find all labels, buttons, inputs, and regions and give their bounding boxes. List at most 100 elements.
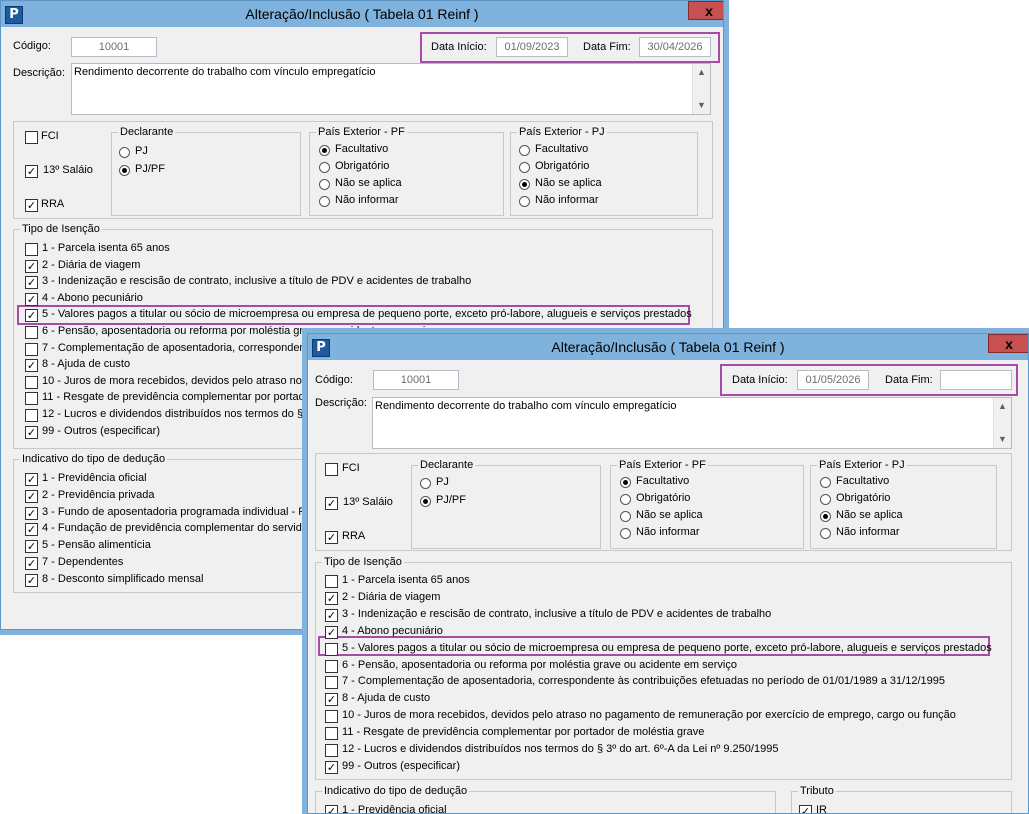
isencao-item-3-label: 3 - Indenização e rescisão de contrato, … (342, 607, 772, 620)
front-title-bar[interactable]: P Alteração/Inclusão ( Tabela 01 Reinf )… (308, 334, 1028, 360)
scroll-down-icon[interactable]: ▼ (994, 431, 1011, 448)
isencao-item-4-checkbox[interactable]: ✓ (25, 292, 38, 306)
pais-exterior-pf-radio-0[interactable] (319, 145, 330, 156)
pais-exterior-pj-radio-1[interactable] (820, 494, 831, 505)
isencao-item-10-label: 11 - Resgate de previdência complementar… (42, 391, 315, 404)
isencao-item-10-label: 11 - Resgate de previdência complementar… (342, 726, 705, 739)
isencao-item-11-label: 12 - Lucros e dividendos distribuídos no… (342, 743, 779, 755)
pais-exterior-pj-radio-2[interactable] (519, 179, 530, 190)
isencao-item-9-checkbox[interactable] (325, 710, 338, 724)
isencao-item-3-checkbox[interactable]: ✓ (325, 608, 338, 622)
isencao-item-7-checkbox[interactable] (325, 676, 338, 690)
data-inicio-input[interactable]: 01/09/2023 (496, 37, 568, 57)
isencao-item-2-checkbox[interactable]: ✓ (25, 259, 38, 273)
back-window-title: Alteração/Inclusão ( Tabela 01 Reinf ) (245, 6, 479, 22)
pais-exterior-pj-radio-1[interactable] (519, 162, 530, 173)
deducao-item-6-checkbox[interactable]: ✓ (25, 557, 38, 570)
decimo-label: 13º Saláio (43, 164, 93, 176)
pais-exterior-pf-radio-2[interactable] (319, 179, 330, 190)
descricao-label: Descrição: (13, 67, 65, 79)
isencao-item-12-checkbox[interactable]: ✓ (325, 760, 338, 774)
declarante-radio-1[interactable] (119, 165, 130, 176)
tributo-title: Tributo (798, 784, 836, 798)
pais-exterior-pf-radio-2[interactable] (620, 511, 631, 522)
data-fim-input[interactable]: 30/04/2026 (639, 37, 711, 57)
descricao-scrollbar[interactable]: ▲ ▼ (993, 398, 1011, 448)
pais-exterior-pf-radio-3[interactable] (319, 196, 330, 207)
scroll-up-icon[interactable]: ▲ (994, 398, 1011, 415)
scroll-down-icon[interactable]: ▼ (693, 97, 710, 114)
pais-exterior-pj-option-label: Facultativo (535, 143, 589, 155)
pais-exterior-pj-option-label: Obrigatório (535, 160, 590, 172)
deducao-item-5-checkbox[interactable]: ✓ (25, 540, 38, 554)
isencao-item-6-checkbox[interactable] (25, 326, 38, 339)
front-dialog-window: P Alteração/Inclusão ( Tabela 01 Reinf )… (307, 333, 1029, 814)
isencao-item-11-checkbox[interactable] (325, 744, 338, 757)
isencao-item-6-checkbox[interactable] (325, 659, 338, 673)
declarante-radio-0[interactable] (119, 147, 130, 158)
back-title-bar[interactable]: P Alteração/Inclusão ( Tabela 01 Reinf )… (1, 1, 723, 27)
decimo-checkbox[interactable]: ✓ (25, 165, 38, 178)
deducao-item-2-checkbox[interactable]: ✓ (25, 489, 38, 503)
pais-exterior-pj-radio-0[interactable] (820, 477, 831, 488)
data-fim-input[interactable] (940, 370, 1012, 390)
tributo-item-1-checkbox[interactable]: ✓ (799, 805, 812, 813)
descricao-textarea[interactable]: Rendimento decorrente do trabalho com ví… (71, 63, 711, 115)
isencao-item-12-label: 99 - Outros (especificar) (342, 759, 460, 772)
isencao-item-8-checkbox[interactable]: ✓ (325, 693, 338, 707)
isencao-item-1-checkbox[interactable] (325, 575, 338, 588)
isencao-item-4-checkbox[interactable]: ✓ (325, 625, 338, 639)
fci-label: FCI (41, 130, 59, 142)
pais-exterior-pj-radio-3[interactable] (519, 196, 530, 207)
isencao-item-1-checkbox[interactable] (25, 243, 38, 256)
isencao-item-4-label: 4 - Abono pecuniário (42, 291, 143, 304)
isencao-item-6-label: 6 - Pensão, aposentadoria ou reforma por… (342, 658, 737, 671)
deducao-item-3-checkbox[interactable]: ✓ (25, 506, 38, 520)
rra-checkbox[interactable]: ✓ (325, 531, 338, 544)
scroll-up-icon[interactable]: ▲ (693, 64, 710, 81)
codigo-input[interactable]: 10001 (71, 37, 157, 57)
decimo-checkbox[interactable]: ✓ (325, 497, 338, 510)
isencao-item-2-checkbox[interactable]: ✓ (325, 591, 338, 605)
declarante-radio-0[interactable] (420, 478, 431, 489)
isencao-item-5-checkbox[interactable] (325, 642, 338, 656)
fci-checkbox[interactable] (25, 131, 38, 144)
pais-exterior-pj-radio-3[interactable] (820, 528, 831, 539)
tipo-isencao-title: Tipo de Isenção (20, 222, 102, 236)
descricao-textarea[interactable]: Rendimento decorrente do trabalho com ví… (372, 397, 1012, 449)
pais-exterior-pj-radio-2[interactable] (820, 511, 831, 522)
rra-label: RRA (41, 198, 65, 210)
pais-exterior-pf-radio-3[interactable] (620, 528, 631, 539)
deducao-item-4-checkbox[interactable]: ✓ (25, 523, 38, 537)
rra-checkbox[interactable]: ✓ (25, 199, 38, 212)
isencao-item-12-checkbox[interactable]: ✓ (25, 425, 38, 439)
isencao-item-7-checkbox[interactable] (25, 342, 38, 356)
back-close-button[interactable]: x (688, 1, 723, 20)
pais-exterior-pf-radio-1[interactable] (620, 494, 631, 505)
pais-exterior-pj-radio-0[interactable] (519, 145, 530, 156)
pais-exterior-pf-radio-1[interactable] (319, 162, 330, 173)
isencao-item-10-checkbox[interactable] (25, 392, 38, 406)
descricao-label: Descrição: (315, 397, 367, 409)
isencao-item-10-checkbox[interactable] (325, 727, 338, 741)
deducao-item-7-checkbox[interactable]: ✓ (25, 573, 38, 587)
descricao-scrollbar[interactable]: ▲ ▼ (692, 64, 710, 114)
codigo-input[interactable]: 10001 (373, 370, 459, 390)
isencao-item-3-checkbox[interactable]: ✓ (25, 276, 38, 290)
deducao-item-1-checkbox[interactable]: ✓ (325, 805, 338, 813)
pais-exterior-pf-radio-0[interactable] (620, 477, 631, 488)
deducao-item-1-label: 1 - Previdência oficial (42, 472, 147, 484)
isencao-item-9-checkbox[interactable] (25, 375, 38, 389)
isencao-item-11-checkbox[interactable] (25, 409, 38, 422)
declarante-radio-1[interactable] (420, 496, 431, 507)
data-inicio-input[interactable]: 01/05/2026 (797, 370, 869, 390)
deducao-item-1-label: 1 - Previdência oficial (342, 804, 447, 814)
isencao-item-8-checkbox[interactable]: ✓ (25, 359, 38, 373)
deducao-title: Indicativo do tipo de dedução (20, 452, 168, 466)
isencao-item-5-checkbox[interactable]: ✓ (25, 309, 38, 323)
decimo-label: 13º Saláio (343, 496, 393, 508)
declarante-option-label: PJ (436, 476, 449, 488)
deducao-item-1-checkbox[interactable]: ✓ (25, 473, 38, 486)
fci-checkbox[interactable] (325, 463, 338, 476)
front-close-button[interactable]: x (988, 334, 1028, 353)
